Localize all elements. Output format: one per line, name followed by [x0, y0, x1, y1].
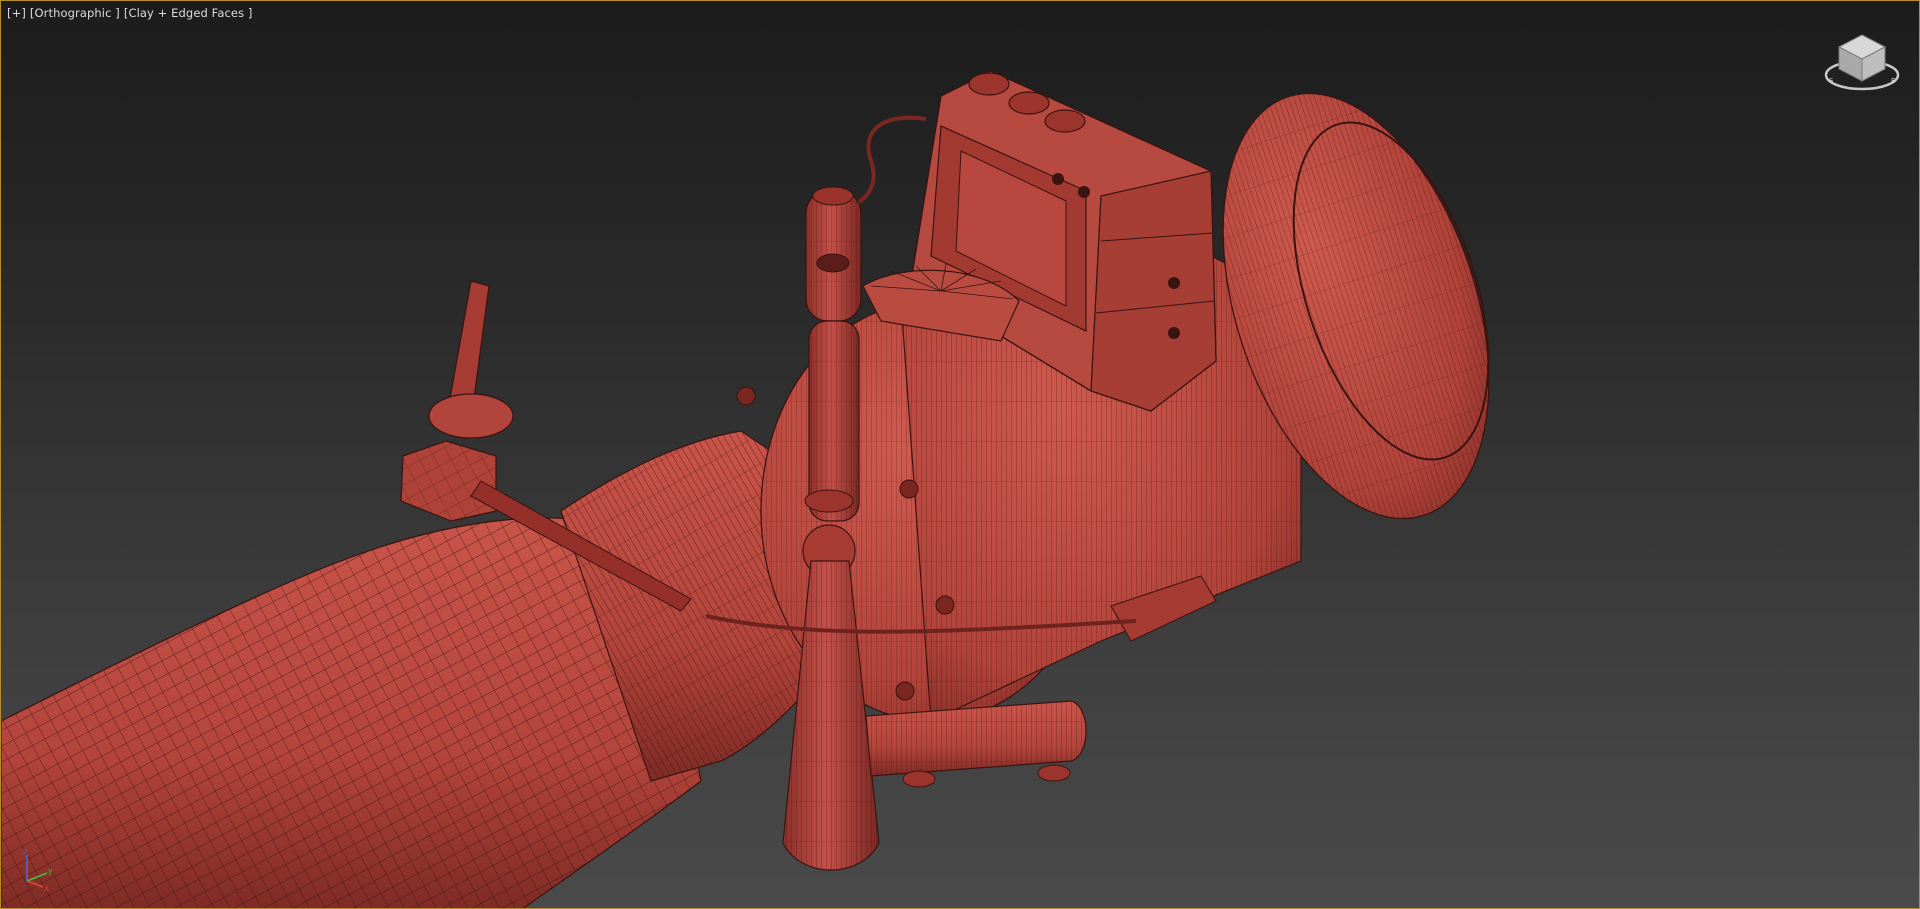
axis-tripod-icon: z y x [23, 847, 53, 893]
axis-y-label: y [48, 866, 53, 875]
svg-text:E: E [1891, 77, 1895, 85]
scene-3d-model[interactable] [1, 1, 1920, 909]
viewport-perspective[interactable]: [+] [Orthographic ] [Clay + Edged Faces … [0, 0, 1920, 909]
axis-z-label: z [23, 847, 27, 856]
viewcube-icon[interactable]: S E [1821, 29, 1903, 99]
svg-text:S: S [1829, 77, 1834, 85]
axis-x-label: x [44, 884, 49, 893]
